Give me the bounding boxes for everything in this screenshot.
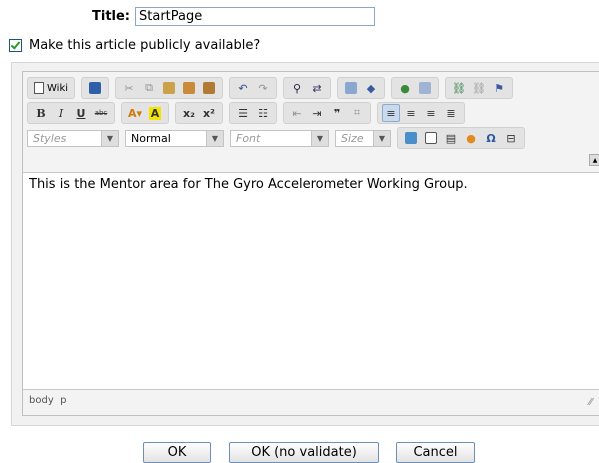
wiki-button-label: Wiki xyxy=(47,82,69,94)
toolbar-group-clipboard: ✂ ⧉ xyxy=(115,77,224,99)
toolbar-group-insert: ▤ ● Ω ⊟ xyxy=(397,127,525,149)
italic-icon[interactable]: I xyxy=(52,104,70,122)
toolbar-group-misc: ● xyxy=(391,77,440,99)
subscript-icon[interactable]: x₂ xyxy=(180,104,198,122)
background-color-icon[interactable]: A xyxy=(146,104,164,122)
editor-content-text: This is the Mentor area for The Gyro Acc… xyxy=(29,177,468,192)
copy-icon[interactable]: ⧉ xyxy=(140,79,158,97)
toolbar-group-links: ⛓ ⛓ ⚑ xyxy=(445,77,514,99)
div-container-icon[interactable]: ⌗ xyxy=(348,104,366,122)
select-all-icon[interactable] xyxy=(342,79,360,97)
paste-icon[interactable] xyxy=(160,79,178,97)
toolbar-row-2: B I U abc A▾ A x₂ x² ☰ ☷ ⇤ ⇥ ❞ ⌗ ≡ ≡ ≡ ≣ xyxy=(27,101,471,125)
smiley-icon[interactable]: ● xyxy=(462,129,480,147)
chevron-down-icon: ▼ xyxy=(101,130,118,146)
anchor-flag-icon[interactable]: ⚑ xyxy=(490,79,508,97)
cut-icon[interactable]: ✂ xyxy=(120,79,138,97)
align-left-icon[interactable]: ≡ xyxy=(382,104,400,122)
horizontal-rule-icon[interactable]: ▤ xyxy=(442,129,460,147)
styles-dropdown-value: Styles xyxy=(33,131,67,145)
redo-icon[interactable]: ↷ xyxy=(254,79,272,97)
align-center-icon[interactable]: ≡ xyxy=(402,104,420,122)
ok-button[interactable]: OK xyxy=(143,442,211,463)
toolbar-group-find: ⚲ ⇄ xyxy=(283,77,332,99)
editor-content-area[interactable]: This is the Mentor area for The Gyro Acc… xyxy=(23,172,599,390)
toolbar-group-undo: ↶ ↷ xyxy=(229,77,278,99)
rich-text-editor: Wiki ✂ ⧉ ↶ ↷ ⚲ ⇄ ◆ ● ⛓ ⛓ ⚑ B I U abc A▾ … xyxy=(22,71,599,416)
toolbar-group-scripts: x₂ x² xyxy=(175,102,223,124)
paste-text-icon[interactable] xyxy=(180,79,198,97)
public-checkbox[interactable] xyxy=(9,39,22,52)
spellcheck-icon[interactable]: ● xyxy=(396,79,414,97)
toolbar-group-select: ◆ xyxy=(337,77,386,99)
size-dropdown[interactable]: Size ▼ xyxy=(335,129,391,147)
title-label: Title: xyxy=(92,8,131,24)
public-checkbox-label: Make this article publicly available? xyxy=(29,38,261,53)
bold-icon[interactable]: B xyxy=(32,104,50,122)
font-dropdown-value: Font xyxy=(236,131,261,145)
title-row: Title: xyxy=(92,5,376,27)
page-break-icon[interactable]: ⊟ xyxy=(502,129,520,147)
text-color-icon[interactable]: A▾ xyxy=(126,104,144,122)
preview-icon[interactable] xyxy=(416,79,434,97)
toolbar-group-indent: ⇤ ⇥ ❞ ⌗ xyxy=(283,102,371,124)
editor-frame: Wiki ✂ ⧉ ↶ ↷ ⚲ ⇄ ◆ ● ⛓ ⛓ ⚑ B I U abc A▾ … xyxy=(11,62,599,426)
collapse-toolbar-button[interactable]: ▲ xyxy=(589,154,599,166)
format-dropdown[interactable]: Normal ▼ xyxy=(125,129,224,147)
toolbar-group-colors: A▾ A xyxy=(121,102,169,124)
public-option-row[interactable]: Make this article publicly available? xyxy=(9,38,260,53)
cancel-button[interactable]: Cancel xyxy=(396,442,475,463)
chevron-down-icon: ▼ xyxy=(311,130,328,146)
styles-dropdown[interactable]: Styles ▼ xyxy=(27,129,119,147)
resize-handle-icon[interactable]: ⁄⁄ xyxy=(589,397,592,408)
undo-icon[interactable]: ↶ xyxy=(234,79,252,97)
blockquote-icon[interactable]: ❞ xyxy=(328,104,346,122)
numbered-list-icon[interactable]: ☰ xyxy=(234,104,252,122)
superscript-icon[interactable]: x² xyxy=(200,104,218,122)
chevron-down-icon: ▼ xyxy=(373,130,390,146)
chevron-down-icon: ▼ xyxy=(206,130,223,146)
link-icon[interactable]: ⛓ xyxy=(450,79,468,97)
align-right-icon[interactable]: ≡ xyxy=(422,104,440,122)
font-dropdown[interactable]: Font ▼ xyxy=(230,129,329,147)
align-justify-icon[interactable]: ≣ xyxy=(442,104,460,122)
toolbar-row-3: Styles ▼ Normal ▼ Font ▼ Size ▼ ▤ ● Ω ⊟ xyxy=(27,126,531,150)
outdent-icon[interactable]: ⇤ xyxy=(288,104,306,122)
toolbar-group-save xyxy=(81,77,110,99)
replace-icon[interactable]: ⇄ xyxy=(308,79,326,97)
remove-format-icon[interactable]: ◆ xyxy=(362,79,380,97)
indent-icon[interactable]: ⇥ xyxy=(308,104,326,122)
toolbar-group-basic-style: B I U abc xyxy=(27,102,115,124)
toolbar-group-align: ≡ ≡ ≡ ≣ xyxy=(377,102,465,124)
strikethrough-icon[interactable]: abc xyxy=(92,104,110,122)
unlink-icon[interactable]: ⛓ xyxy=(470,79,488,97)
image-icon[interactable] xyxy=(402,129,420,147)
title-input[interactable] xyxy=(135,6,376,26)
format-dropdown-value: Normal xyxy=(131,131,171,145)
underline-icon[interactable]: U xyxy=(72,104,90,122)
element-path-statusbar: body p xyxy=(29,395,67,406)
toolbar-group-wiki: Wiki xyxy=(27,77,76,99)
bulleted-list-icon[interactable]: ☷ xyxy=(254,104,272,122)
wiki-source-button[interactable]: Wiki xyxy=(31,82,71,94)
size-dropdown-value: Size xyxy=(341,131,364,145)
save-icon[interactable] xyxy=(86,79,104,97)
special-char-icon[interactable]: Ω xyxy=(482,129,500,147)
find-icon[interactable]: ⚲ xyxy=(288,79,306,97)
document-icon xyxy=(34,82,44,94)
toolbar-row-1: Wiki ✂ ⧉ ↶ ↷ ⚲ ⇄ ◆ ● ⛓ ⛓ ⚑ xyxy=(27,76,519,100)
toolbar-group-lists: ☰ ☷ xyxy=(229,102,277,124)
table-icon[interactable] xyxy=(422,129,440,147)
ok-no-validate-button[interactable]: OK (no validate) xyxy=(229,442,379,463)
paste-word-icon[interactable] xyxy=(200,79,218,97)
